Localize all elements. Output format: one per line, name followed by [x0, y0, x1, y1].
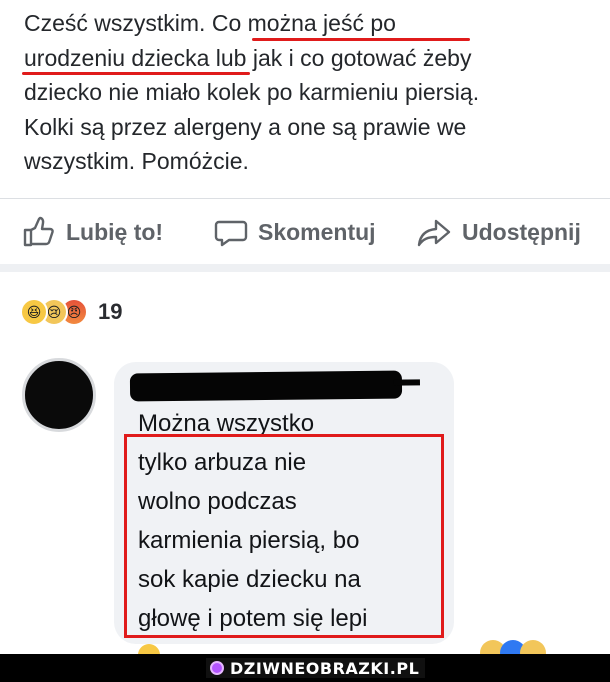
share-button[interactable]: Udostępnij: [416, 214, 581, 250]
post-text: Cześć wszystkim. Co można jeść po urodze…: [24, 6, 594, 179]
thumbs-up-icon: [23, 216, 54, 247]
section-separator: [0, 264, 610, 272]
comment-label: Skomentuj: [258, 218, 376, 245]
share-icon: [417, 219, 451, 247]
post-line: Kolki są przez alergeny a one są prawie …: [24, 113, 467, 140]
post-line: wszystkim. Pomóżcie.: [24, 148, 249, 174]
share-label: Udostępnij: [462, 218, 581, 245]
like-label: Lubię to!: [66, 218, 164, 245]
watermark-bar: DZIWNEOBRAZKI.PL: [0, 654, 610, 682]
reaction-count: 19: [98, 299, 123, 324]
post-body: Cześć wszystkim. Co można jeść po urodze…: [0, 0, 610, 194]
haha-reaction-icon: 😆: [20, 298, 48, 326]
redacted-author-name: [129, 370, 403, 402]
red-underline: [22, 72, 250, 75]
comment-icon: [214, 220, 248, 247]
comment-button[interactable]: Skomentuj: [214, 214, 376, 250]
watermark-logo-icon: [210, 661, 224, 675]
red-underline: [252, 38, 470, 41]
post-line: dziecko nie miało kolek po karmieniu pie…: [24, 79, 480, 105]
reactions-summary[interactable]: 😆 😢 😠 19: [20, 295, 122, 329]
divider: [0, 198, 610, 199]
red-highlight-box: [124, 434, 444, 638]
post-actions: Lubię to! Skomentuj Udostępnij: [0, 200, 610, 262]
comment-reactions: [470, 640, 590, 666]
like-button[interactable]: Lubię to!: [22, 214, 163, 250]
post-line: Cześć wszystkim. Co można jeść po: [24, 10, 396, 36]
post-line: urodzeniu dziecka lub jak i co gotować ż…: [24, 44, 472, 71]
avatar[interactable]: [22, 358, 96, 432]
watermark: DZIWNEOBRAZKI.PL: [206, 658, 426, 678]
watermark-text: DZIWNEOBRAZKI.PL: [230, 658, 420, 678]
